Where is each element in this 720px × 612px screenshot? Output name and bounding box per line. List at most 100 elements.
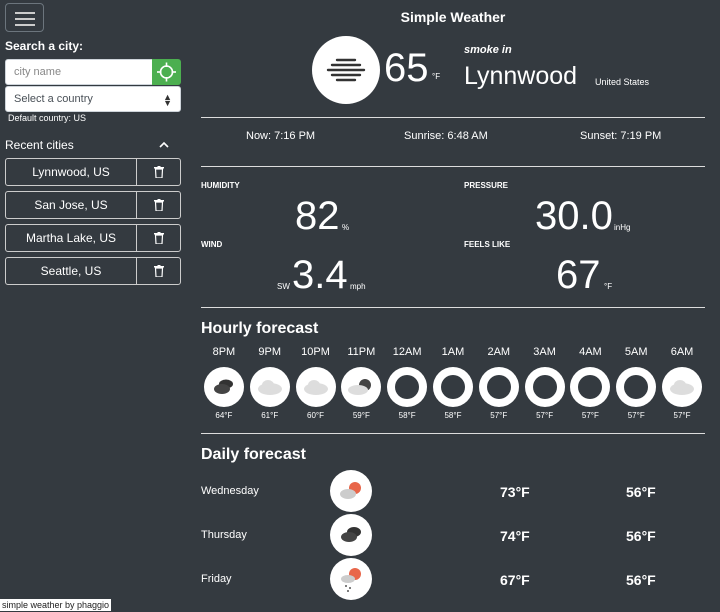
humidity-label: HUMIDITY xyxy=(201,181,240,190)
hour-temp: 64°F xyxy=(215,411,233,420)
hour-time: 2AM xyxy=(487,346,511,358)
broken-clouds-icon xyxy=(203,367,244,407)
hourly-item: 2AM 57°F xyxy=(476,346,522,420)
divider xyxy=(201,166,705,167)
default-country-text: Default country: US xyxy=(8,113,87,123)
delete-city-button[interactable] xyxy=(137,192,180,218)
hourly-item: 4AM 57°F xyxy=(568,346,614,420)
hourly-item: 8PM 64°F xyxy=(201,346,247,420)
recent-city-row: Seattle, US xyxy=(5,257,181,285)
sunrise-time: Sunrise: 6:48 AM xyxy=(404,130,488,142)
recent-city-button[interactable]: Martha Lake, US xyxy=(6,225,137,251)
smoke-icon xyxy=(326,58,366,82)
recent-cities-title: Recent cities xyxy=(5,138,74,152)
recent-city-row: San Jose, US xyxy=(5,191,181,219)
cloud-icon xyxy=(662,367,703,407)
day-name: Friday xyxy=(201,573,232,585)
footer-credit: simple weather by phaggio xyxy=(0,599,112,611)
hour-time: 6AM xyxy=(670,346,694,358)
clear-night-icon xyxy=(524,367,565,407)
hour-time: 3AM xyxy=(533,346,556,358)
hour-temp: 57°F xyxy=(627,411,645,420)
divider xyxy=(201,307,705,308)
hour-temp: 57°F xyxy=(490,411,508,420)
current-temp-unit: °F xyxy=(432,72,441,81)
daily-forecast-title: Daily forecast xyxy=(201,446,306,463)
country-name: United States xyxy=(595,77,650,87)
hourly-item: 3AM 57°F xyxy=(522,346,568,420)
app-title: Simple Weather xyxy=(400,9,506,25)
locate-button[interactable] xyxy=(152,59,181,85)
day-high-temp: 74°F xyxy=(500,528,530,544)
hour-time: 10PM xyxy=(301,346,330,358)
day-high-temp: 67°F xyxy=(500,572,530,588)
pressure-value: 30.0 xyxy=(535,194,613,238)
hourly-item: 1AM 58°F xyxy=(430,346,476,420)
broken-clouds-icon xyxy=(330,514,372,556)
trash-icon xyxy=(153,232,164,244)
hour-temp: 60°F xyxy=(307,411,325,420)
current-temp: 65 xyxy=(384,46,429,90)
delete-city-button[interactable] xyxy=(137,225,180,251)
recent-city-row: Lynnwood, US xyxy=(5,158,181,186)
recent-city-button[interactable]: San Jose, US xyxy=(6,192,137,218)
hour-time: 4AM xyxy=(579,346,602,358)
wind-unit: mph xyxy=(350,282,366,291)
city-name: Lynnwood xyxy=(464,62,578,90)
day-name: Wednesday xyxy=(201,485,259,497)
trash-icon xyxy=(153,199,164,211)
hourly-forecast-strip[interactable]: 8PM 64°F 9PM 61°F 10PM 60°F 11PM 59°F 12… xyxy=(201,346,705,420)
feels-like-unit: °F xyxy=(604,282,613,291)
clear-night-icon xyxy=(432,367,473,407)
country-select[interactable]: Select a country ▲ ▼ xyxy=(5,86,181,112)
hour-temp: 59°F xyxy=(352,411,370,420)
trash-icon xyxy=(153,166,164,178)
select-caret-icon: ▲ ▼ xyxy=(163,92,172,108)
hour-time: 8PM xyxy=(212,346,236,358)
recent-city-button[interactable]: Lynnwood, US xyxy=(6,159,137,185)
clear-night-icon xyxy=(616,367,657,407)
hour-temp: 57°F xyxy=(536,411,554,420)
day-name: Thursday xyxy=(201,529,247,541)
day-low-temp: 56°F xyxy=(626,484,656,500)
sunset-time: Sunset: 7:19 PM xyxy=(580,130,662,142)
partly-cloudy-icon xyxy=(330,470,372,512)
crosshair-icon xyxy=(157,62,176,82)
current-weather-icon-circle xyxy=(312,36,380,104)
clear-night-icon xyxy=(478,367,519,407)
country-select-value: Select a country xyxy=(14,93,93,105)
partly-cloudy-night-icon xyxy=(341,367,382,407)
chevron-up-icon[interactable] xyxy=(158,140,170,150)
clear-night-icon xyxy=(570,367,611,407)
cloud-icon xyxy=(249,367,290,407)
cloud-icon xyxy=(295,367,336,407)
recent-city-row: Martha Lake, US xyxy=(5,224,181,252)
hour-time: 11PM xyxy=(347,346,376,358)
hour-time: 5AM xyxy=(624,346,648,358)
wind-value: 3.4 xyxy=(292,253,348,297)
hourly-item: 10PM 60°F xyxy=(293,346,339,420)
pressure-label: PRESSURE xyxy=(464,181,509,190)
feels-like-value: 67 xyxy=(556,253,601,297)
trash-icon xyxy=(153,265,164,277)
day-high-temp: 73°F xyxy=(500,484,530,500)
hour-time: 12AM xyxy=(392,346,422,358)
hourly-item: 5AM 57°F xyxy=(613,346,659,420)
hour-temp: 58°F xyxy=(398,411,416,420)
divider xyxy=(201,433,705,434)
delete-city-button[interactable] xyxy=(137,159,180,185)
recent-city-button[interactable]: Seattle, US xyxy=(6,258,137,284)
condition-text: smoke in xyxy=(464,44,512,56)
hourly-item: 12AM 58°F xyxy=(384,346,430,420)
hour-time: 9PM xyxy=(258,346,282,358)
hour-temp: 61°F xyxy=(261,411,279,420)
menu-toggle-button[interactable] xyxy=(5,3,44,32)
humidity-unit: % xyxy=(342,223,350,232)
divider xyxy=(201,117,705,118)
rain-sun-icon xyxy=(330,558,372,600)
city-search-input[interactable]: city name xyxy=(5,59,153,85)
day-low-temp: 56°F xyxy=(626,528,656,544)
hour-time: 1AM xyxy=(441,346,465,358)
delete-city-button[interactable] xyxy=(137,258,180,284)
wind-label: WIND xyxy=(201,240,223,249)
